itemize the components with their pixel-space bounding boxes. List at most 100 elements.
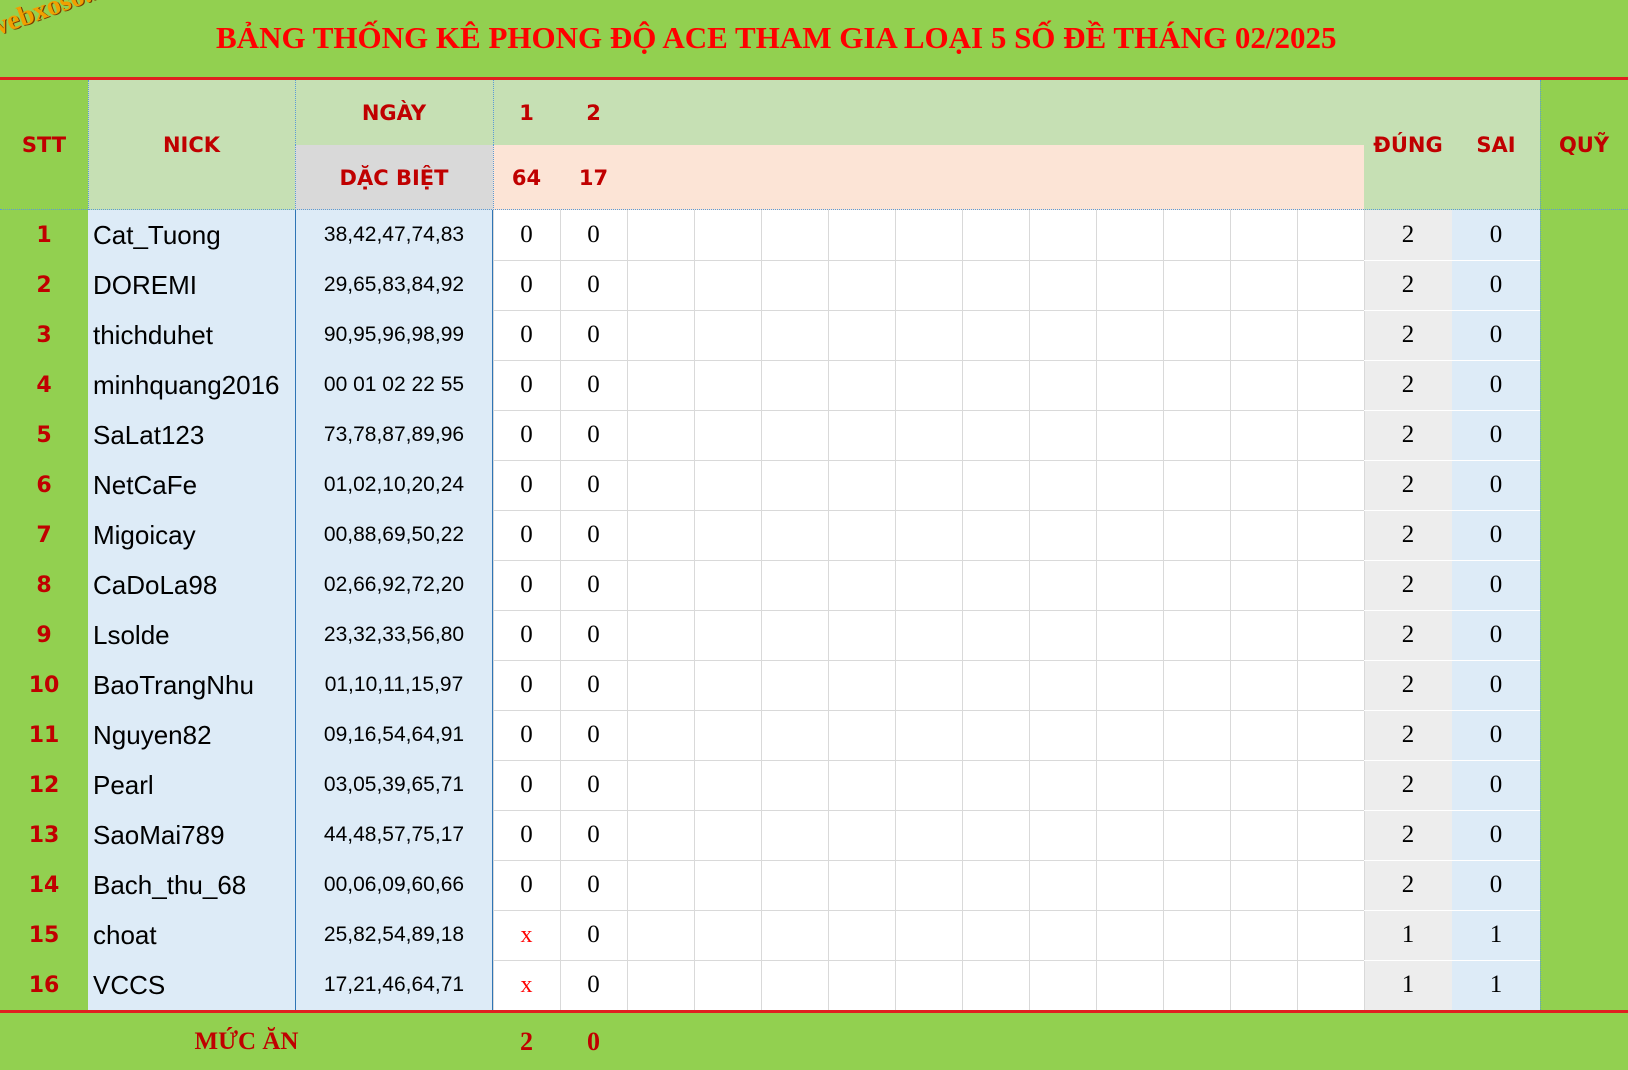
numbers-cell: 25,82,54,89,18 — [323, 923, 465, 946]
day-1-result: 0 — [520, 221, 533, 248]
day-1-result: 0 — [520, 321, 533, 348]
nick-header: NICK — [162, 133, 221, 157]
sai-count: 0 — [1489, 771, 1503, 798]
day-1-result: 0 — [520, 421, 533, 448]
day-1-result: x — [520, 971, 533, 998]
quy-column — [1540, 80, 1628, 1010]
muc-an-day-2: 0 — [587, 1026, 600, 1056]
sai-count: 1 — [1489, 971, 1503, 998]
sai-count: 0 — [1489, 821, 1503, 848]
day-1-result: 0 — [520, 671, 533, 698]
numbers-cell: 00 01 02 22 55 — [323, 373, 465, 396]
stt-cell: 9 — [36, 622, 52, 648]
day-1-result: 0 — [520, 771, 533, 798]
numbers-cell: 00,88,69,50,22 — [323, 523, 465, 546]
nick-cell: Nguyen82 — [93, 719, 212, 750]
dung-count: 2 — [1401, 671, 1415, 698]
stt-cell: 14 — [28, 872, 60, 898]
day-2-result: 0 — [587, 771, 600, 798]
day-1-header: 1 — [519, 100, 534, 125]
stt-cell: 4 — [36, 372, 52, 398]
day-2-result: 0 — [587, 921, 600, 948]
nick-cell: Cat_Tuong — [93, 219, 221, 250]
quy-header: QUỸ — [1558, 133, 1610, 157]
stt-cell: 2 — [36, 272, 52, 298]
nick-cell: DOREMI — [93, 269, 197, 300]
dung-count: 2 — [1401, 571, 1415, 598]
dung-count: 1 — [1401, 921, 1415, 948]
sai-count: 0 — [1489, 371, 1503, 398]
day-1-result: x — [520, 921, 533, 948]
day-2-result: 0 — [587, 321, 600, 348]
day-1-result: 0 — [520, 871, 533, 898]
sai-count: 0 — [1489, 271, 1503, 298]
stt-cell: 15 — [28, 922, 60, 948]
dung-count: 2 — [1401, 521, 1415, 548]
numbers-cell: 23,32,33,56,80 — [323, 623, 465, 646]
sai-count: 0 — [1489, 621, 1503, 648]
dung-count: 1 — [1401, 971, 1415, 998]
stt-cell: 6 — [36, 472, 52, 498]
nick-cell: BaoTrangNhu — [93, 669, 254, 700]
stt-cell: 8 — [36, 572, 52, 598]
sai-count: 0 — [1489, 471, 1503, 498]
nick-cell: VCCS — [93, 969, 166, 1000]
day-2-result: 0 — [587, 821, 600, 848]
day-2-result: 0 — [587, 671, 600, 698]
stt-cell: 13 — [28, 822, 60, 848]
sai-count: 0 — [1489, 671, 1503, 698]
dung-count: 2 — [1401, 221, 1415, 248]
sai-header: SAI — [1476, 133, 1516, 157]
numbers-cell: 01,02,10,20,24 — [323, 473, 465, 496]
numbers-cell: 00,06,09,60,66 — [323, 873, 465, 896]
dung-count: 2 — [1401, 771, 1415, 798]
nick-cell: Migoicay — [93, 519, 196, 550]
stt-cell: 12 — [28, 772, 60, 798]
sai-count: 0 — [1489, 721, 1503, 748]
nick-cell: Lsolde — [93, 619, 170, 650]
day-2-result: 0 — [587, 221, 600, 248]
sai-count: 0 — [1489, 321, 1503, 348]
sai-count: 0 — [1489, 871, 1503, 898]
special-1: 64 — [511, 165, 542, 190]
muc-an-day-1: 2 — [520, 1026, 533, 1056]
stt-cell: 1 — [36, 222, 52, 248]
nick-cell: choat — [93, 919, 157, 950]
title-bar: BẢNG THỐNG KÊ PHONG ĐỘ ACE THAM GIA LOẠI… — [0, 0, 1628, 80]
numbers-cell: 01,10,11,15,97 — [324, 673, 464, 696]
sai-count: 0 — [1489, 421, 1503, 448]
dung-count: 2 — [1401, 371, 1415, 398]
dung-count: 2 — [1401, 271, 1415, 298]
stt-header: STT — [21, 133, 67, 157]
page-title: BẢNG THỐNG KÊ PHONG ĐỘ ACE THAM GIA LOẠI… — [216, 20, 1337, 55]
dung-count: 2 — [1401, 471, 1415, 498]
nick-cell: CaDoLa98 — [93, 569, 218, 600]
day-1-result: 0 — [520, 271, 533, 298]
nick-cell: NetCaFe — [93, 469, 198, 500]
sai-count: 0 — [1489, 521, 1503, 548]
dung-header: ĐÚNG — [1373, 133, 1443, 157]
dung-count: 2 — [1401, 871, 1415, 898]
numbers-cell: 44,48,57,75,17 — [323, 823, 465, 846]
sai-count: 1 — [1489, 921, 1503, 948]
numbers-cell: 90,95,96,98,99 — [323, 323, 465, 346]
nick-cell: SaLat123 — [93, 419, 205, 450]
sai-count: 0 — [1489, 221, 1503, 248]
numbers-cell: 09,16,54,64,91 — [323, 723, 465, 746]
day-1-result: 0 — [520, 521, 533, 548]
day-2-result: 0 — [587, 571, 600, 598]
stt-cell: 11 — [28, 722, 60, 748]
muc-an-label: MỨC ĂN — [194, 1027, 299, 1055]
day-1-result: 0 — [520, 621, 533, 648]
day-2-result: 0 — [587, 271, 600, 298]
dung-count: 2 — [1401, 621, 1415, 648]
numbers-cell: 02,66,92,72,20 — [323, 573, 465, 596]
nick-cell: thichduhet — [93, 319, 213, 350]
day-1-result: 0 — [520, 571, 533, 598]
dung-count: 2 — [1401, 821, 1415, 848]
day-2-result: 0 — [587, 421, 600, 448]
ngay-header: NGÀY — [361, 100, 427, 125]
day-2-result: 0 — [587, 471, 600, 498]
numbers-cell: 38,42,47,74,83 — [323, 223, 465, 246]
sai-count: 0 — [1489, 571, 1503, 598]
